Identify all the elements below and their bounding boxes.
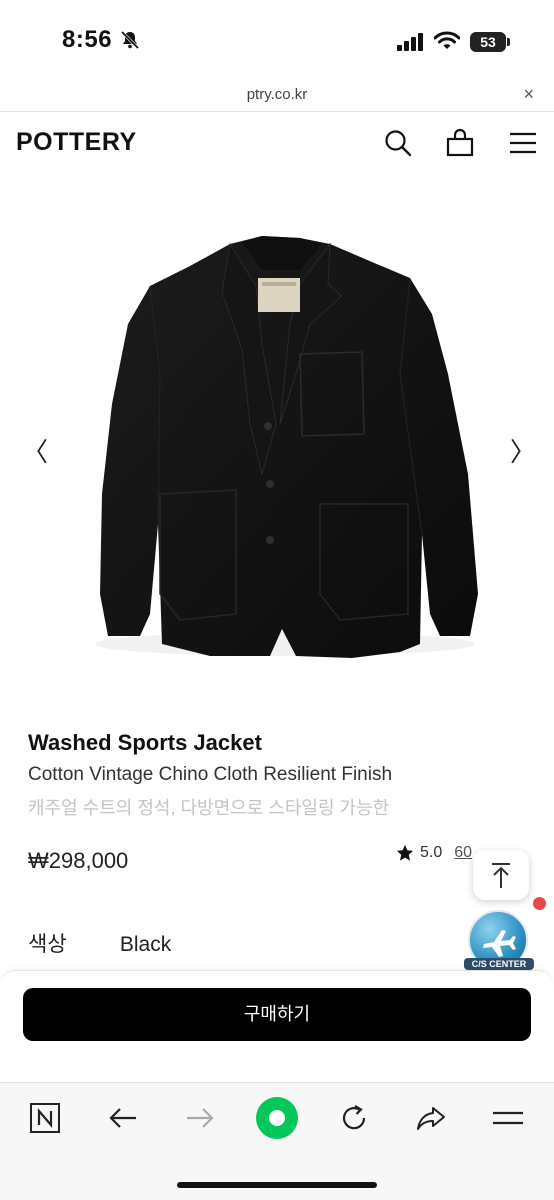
product-rating[interactable]: 5.0 60	[396, 844, 472, 862]
wifi-icon	[434, 31, 460, 49]
menu-icon[interactable]	[508, 128, 538, 158]
star-icon	[396, 844, 414, 861]
url-bar[interactable]: ptry.co.kr ×	[0, 78, 554, 112]
cs-center-button[interactable]: C/S CENTER	[464, 910, 534, 974]
share-icon[interactable]	[414, 1101, 448, 1135]
signal-icon	[397, 33, 423, 51]
buy-button[interactable]: 구매하기	[23, 988, 531, 1041]
search-icon[interactable]	[383, 128, 413, 158]
product-name: Washed Sports Jacket	[28, 730, 262, 755]
product-description: 캐주얼 수트의 정석, 다방면으로 스타일링 가능한	[28, 798, 390, 818]
url-text[interactable]: ptry.co.kr	[0, 86, 554, 103]
green-dot-icon[interactable]	[254, 1095, 300, 1141]
refresh-icon[interactable]	[337, 1101, 371, 1135]
back-icon[interactable]	[106, 1101, 140, 1135]
prev-arrow[interactable]: 〈	[22, 432, 48, 469]
color-option[interactable]: 색상 Black	[28, 928, 171, 958]
product-subtitle: Cotton Vintage Chino Cloth Resilient Fin…	[28, 764, 393, 785]
jacket-image	[95, 236, 478, 658]
site-header: POTTERY	[0, 112, 554, 174]
scroll-top-button[interactable]	[473, 850, 529, 900]
forward-icon[interactable]	[183, 1101, 217, 1135]
rating-value: 5.0	[420, 844, 443, 861]
close-icon[interactable]: ×	[523, 84, 534, 105]
notification-dot	[533, 897, 546, 910]
product-gallery[interactable]: 〈 〉	[0, 174, 554, 720]
color-value[interactable]: Black	[120, 933, 171, 956]
cart-icon[interactable]	[445, 128, 475, 158]
cs-center-label: C/S CENTER	[464, 958, 534, 970]
review-count[interactable]: 60	[454, 844, 472, 862]
bell-slash-icon	[120, 30, 140, 50]
product-price: ₩298,000	[28, 848, 129, 873]
naver-icon[interactable]	[28, 1101, 62, 1135]
product-info: Washed Sports Jacket Cotton Vintage Chin…	[28, 730, 528, 820]
battery-indicator: 53	[470, 32, 510, 52]
arrow-up-icon	[492, 863, 510, 888]
color-label: 색상	[28, 933, 67, 956]
status-time: 8:56	[62, 26, 113, 53]
next-arrow[interactable]: 〉	[510, 432, 536, 469]
menu-icon[interactable]	[491, 1101, 525, 1135]
site-logo[interactable]: POTTERY	[16, 128, 137, 157]
home-indicator	[177, 1182, 377, 1188]
buy-panel: 구매하기	[0, 970, 554, 1082]
status-bar: 8:56 53	[0, 0, 554, 78]
